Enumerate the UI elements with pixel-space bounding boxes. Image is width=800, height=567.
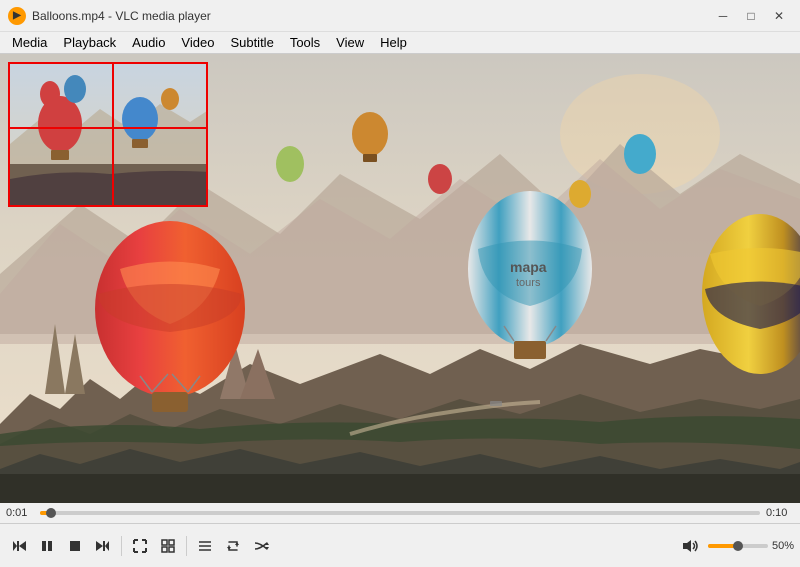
- menu-tools[interactable]: Tools: [282, 32, 328, 53]
- fullscreen-icon: [132, 538, 148, 554]
- ext-settings-icon: [160, 538, 176, 554]
- menu-playback[interactable]: Playback: [55, 32, 124, 53]
- pause-icon: [39, 538, 55, 554]
- close-button[interactable]: ✕: [766, 6, 792, 26]
- maximize-button[interactable]: □: [738, 6, 764, 26]
- window-controls: ─ □ ✕: [710, 6, 792, 26]
- menubar: Media Playback Audio Video Subtitle Tool…: [0, 32, 800, 54]
- volume-icon: [682, 538, 700, 554]
- stop-icon: [67, 538, 83, 554]
- controls-bar: 50%: [0, 523, 800, 567]
- progress-thumb[interactable]: [46, 508, 56, 518]
- skip-back-icon: [11, 538, 27, 554]
- menu-subtitle[interactable]: Subtitle: [222, 32, 281, 53]
- menu-audio[interactable]: Audio: [124, 32, 173, 53]
- volume-label: 50%: [772, 540, 794, 552]
- volume-button[interactable]: [678, 533, 704, 559]
- fullscreen-button[interactable]: [127, 533, 153, 559]
- menu-media[interactable]: Media: [4, 32, 55, 53]
- separator-1: [121, 536, 122, 556]
- svg-text:tours: tours: [516, 277, 541, 289]
- shuffle-button[interactable]: [248, 533, 274, 559]
- skip-fwd-icon: [95, 538, 111, 554]
- time-current: 0:01: [6, 507, 34, 519]
- separator-2: [186, 536, 187, 556]
- loop-icon: [225, 538, 241, 554]
- volume-track[interactable]: [708, 544, 768, 548]
- time-total: 0:10: [766, 507, 794, 519]
- app-icon: ▶: [8, 7, 26, 25]
- menu-help[interactable]: Help: [372, 32, 415, 53]
- preview-divider-vertical: [112, 64, 114, 205]
- shuffle-icon: [253, 538, 269, 554]
- skip-fwd-button[interactable]: [90, 533, 116, 559]
- progress-area[interactable]: 0:01 0:10: [0, 503, 800, 523]
- preview-divider-horizontal: [10, 127, 206, 129]
- preview-thumbnail: [8, 62, 208, 207]
- playlist-icon: [197, 538, 213, 554]
- pause-button[interactable]: [34, 533, 60, 559]
- window-title: Balloons.mp4 - VLC media player: [32, 9, 710, 23]
- playlist-button[interactable]: [192, 533, 218, 559]
- preview-scene: [10, 64, 208, 207]
- menu-video[interactable]: Video: [173, 32, 222, 53]
- minimize-button[interactable]: ─: [710, 6, 736, 26]
- progress-track[interactable]: [40, 511, 760, 515]
- skip-back-button[interactable]: [6, 533, 32, 559]
- menu-view[interactable]: View: [328, 32, 372, 53]
- loop-button[interactable]: [220, 533, 246, 559]
- video-area[interactable]: mapa tours: [0, 54, 800, 503]
- titlebar: ▶ Balloons.mp4 - VLC media player ─ □ ✕: [0, 0, 800, 32]
- volume-area: 50%: [678, 533, 794, 559]
- svg-text:mapa: mapa: [510, 259, 547, 275]
- volume-thumb[interactable]: [733, 541, 743, 551]
- ext-settings-button[interactable]: [155, 533, 181, 559]
- stop-button[interactable]: [62, 533, 88, 559]
